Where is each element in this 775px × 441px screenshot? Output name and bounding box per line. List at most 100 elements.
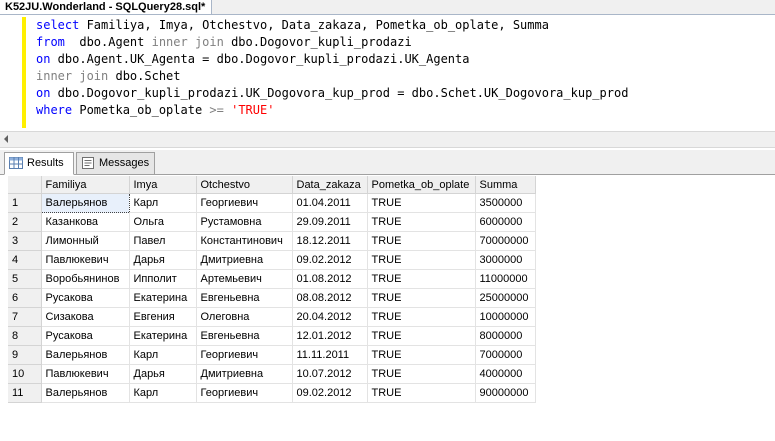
table-cell[interactable]: Георгиевич [196, 193, 293, 213]
table-cell[interactable]: TRUE [367, 231, 476, 251]
table-cell[interactable]: 09.02.2012 [292, 383, 368, 403]
table-cell[interactable]: Екатерина [129, 288, 197, 308]
table-row[interactable]: 4 Павлюкевич Дарья Дмитриевна 09.02.2012 TRUE… [8, 250, 536, 270]
table-cell[interactable]: 8000000 [475, 326, 536, 346]
column-header[interactable]: Familiya [41, 176, 130, 194]
sql-code[interactable]: select Familiya, Imya, Otchestvo, Data_z… [36, 17, 628, 119]
tab-messages[interactable]: Messages [76, 152, 155, 174]
row-number[interactable]: 11 [8, 383, 42, 403]
query-editor[interactable]: select Familiya, Imya, Otchestvo, Data_z… [0, 14, 775, 132]
table-cell[interactable]: Карл [129, 345, 197, 365]
table-cell[interactable]: 6000000 [475, 212, 536, 232]
table-cell[interactable]: Ольга [129, 212, 197, 232]
table-cell[interactable]: 09.02.2012 [292, 250, 368, 270]
editor-horizontal-scrollbar[interactable] [0, 131, 775, 148]
table-cell[interactable]: 11.11.2011 [292, 345, 368, 365]
table-cell[interactable]: 08.08.2012 [292, 288, 368, 308]
table-cell[interactable]: 7000000 [475, 345, 536, 365]
table-cell[interactable]: Дмитриевна [196, 250, 293, 270]
table-cell[interactable]: Олеговна [196, 307, 293, 327]
table-cell[interactable]: Ипполит [129, 269, 197, 289]
table-cell[interactable]: Лимонный [41, 231, 130, 251]
column-header[interactable]: Pometka_ob_oplate [367, 176, 476, 194]
table-cell[interactable]: 01.08.2012 [292, 269, 368, 289]
column-header[interactable]: Summa [475, 176, 536, 194]
table-cell[interactable]: 29.09.2011 [292, 212, 368, 232]
results-grid[interactable]: Familiya Imya Otchestvo Data_zakaza Pome… [8, 176, 536, 403]
scroll-left-icon[interactable] [4, 135, 8, 143]
table-cell[interactable]: TRUE [367, 383, 476, 403]
row-number[interactable]: 7 [8, 307, 42, 327]
code-line[interactable]: on dbo.Dogovor_kupli_prodazi.UK_Dogovora… [36, 85, 628, 102]
table-cell[interactable]: TRUE [367, 193, 476, 213]
row-number[interactable]: 4 [8, 250, 42, 270]
table-cell[interactable]: Воробьянинов [41, 269, 130, 289]
table-cell[interactable]: Артемьевич [196, 269, 293, 289]
table-cell[interactable]: Павлюкевич [41, 364, 130, 384]
table-cell[interactable]: TRUE [367, 269, 476, 289]
row-number[interactable]: 9 [8, 345, 42, 365]
table-cell[interactable]: Константинович [196, 231, 293, 251]
table-cell[interactable]: Русакова [41, 288, 130, 308]
table-cell[interactable]: TRUE [367, 288, 476, 308]
table-cell[interactable]: Екатерина [129, 326, 197, 346]
code-line[interactable]: where Pometka_ob_oplate >= 'TRUE' [36, 102, 628, 119]
table-cell[interactable]: TRUE [367, 307, 476, 327]
table-row[interactable]: 7 Сизакова Евгения Олеговна 20.04.2012 TRUE 10… [8, 307, 536, 327]
table-row[interactable]: 1 Валерьянов Карл Георгиевич 01.04.2011 TRUE 3… [8, 193, 536, 213]
table-cell[interactable]: 3500000 [475, 193, 536, 213]
table-cell[interactable]: Рустамовна [196, 212, 293, 232]
corner-cell[interactable] [8, 176, 42, 194]
table-cell[interactable]: 3000000 [475, 250, 536, 270]
table-cell[interactable]: Валерьянов [41, 383, 130, 403]
table-cell[interactable]: Русакова [41, 326, 130, 346]
table-cell[interactable]: Карл [129, 193, 197, 213]
table-cell[interactable]: 18.12.2011 [292, 231, 368, 251]
table-cell[interactable]: Евгения [129, 307, 197, 327]
table-cell[interactable]: 11000000 [475, 269, 536, 289]
row-number[interactable]: 5 [8, 269, 42, 289]
table-row[interactable]: 10 Павлюкевич Дарья Дмитриевна 10.07.2012 TRU… [8, 364, 536, 384]
table-cell[interactable]: Евгеньевна [196, 326, 293, 346]
table-row[interactable]: 5 Воробьянинов Ипполит Артемьевич 01.08.2012… [8, 269, 536, 289]
table-cell[interactable]: TRUE [367, 250, 476, 270]
code-line[interactable]: from dbo.Agent inner join dbo.Dogovor_ku… [36, 34, 628, 51]
row-number[interactable]: 3 [8, 231, 42, 251]
table-cell[interactable]: TRUE [367, 212, 476, 232]
table-cell[interactable]: TRUE [367, 364, 476, 384]
table-cell[interactable]: Карл [129, 383, 197, 403]
row-number[interactable]: 2 [8, 212, 42, 232]
table-row[interactable]: 3 Лимонный Павел Константинович 18.12.2011 TR… [8, 231, 536, 251]
table-cell[interactable]: Сизакова [41, 307, 130, 327]
table-cell[interactable]: Валерьянов [40, 193, 130, 213]
row-number[interactable]: 10 [8, 364, 42, 384]
column-header[interactable]: Imya [129, 176, 197, 194]
code-line[interactable]: inner join dbo.Schet [36, 68, 628, 85]
table-cell[interactable]: 01.04.2011 [292, 193, 368, 213]
table-cell[interactable]: 90000000 [475, 383, 536, 403]
table-cell[interactable]: Дарья [129, 250, 197, 270]
table-cell[interactable]: Евгеньевна [196, 288, 293, 308]
table-row[interactable]: 8 Русакова Екатерина Евгеньевна 12.01.2012 TR… [8, 326, 536, 346]
table-cell[interactable]: 12.01.2012 [292, 326, 368, 346]
table-cell[interactable]: 4000000 [475, 364, 536, 384]
row-number[interactable]: 8 [8, 326, 42, 346]
code-line[interactable]: on dbo.Agent.UK_Agenta = dbo.Dogovor_kup… [36, 51, 628, 68]
table-row[interactable]: 2 Казанкова Ольга Рустамовна 29.09.2011 TRUE 6… [8, 212, 536, 232]
table-cell[interactable]: Казанкова [41, 212, 130, 232]
table-cell[interactable]: TRUE [367, 345, 476, 365]
table-row[interactable]: 6 Русакова Екатерина Евгеньевна 08.08.2012 TR… [8, 288, 536, 308]
table-cell[interactable]: 25000000 [475, 288, 536, 308]
column-header[interactable]: Data_zakaza [292, 176, 368, 194]
table-cell[interactable]: 10.07.2012 [292, 364, 368, 384]
document-tab[interactable]: K52JU.Wonderland - SQLQuery28.sql* [0, 0, 213, 15]
table-row[interactable]: 9 Валерьянов Карл Георгиевич 11.11.2011 TRUE 7… [8, 345, 536, 365]
column-header[interactable]: Otchestvo [196, 176, 293, 194]
table-cell[interactable]: 10000000 [475, 307, 536, 327]
table-cell[interactable]: Георгиевич [196, 383, 293, 403]
table-cell[interactable]: Георгиевич [196, 345, 293, 365]
code-line[interactable]: select Familiya, Imya, Otchestvo, Data_z… [36, 17, 628, 34]
tab-results[interactable]: Results [4, 152, 74, 175]
table-cell[interactable]: TRUE [367, 326, 476, 346]
table-cell[interactable]: 20.04.2012 [292, 307, 368, 327]
